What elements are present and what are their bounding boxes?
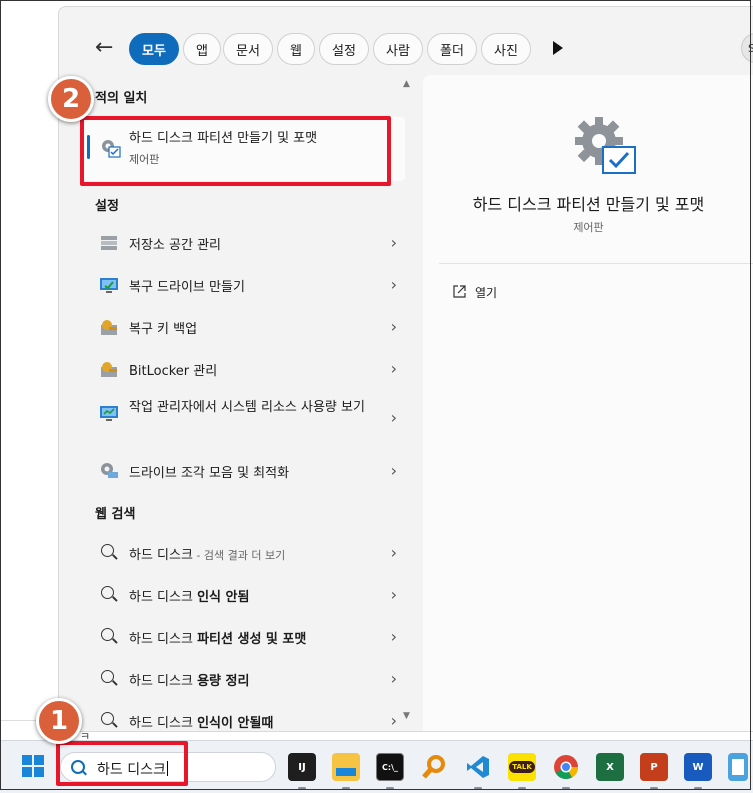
filter-chip-apps[interactable]: 앱 bbox=[183, 33, 221, 65]
filter-bar: ← 모두 앱 문서 웹 설정 사람 폴더 사진 S bbox=[59, 31, 753, 69]
web-result-item[interactable]: 하드 디스크 용량 정리 › bbox=[83, 659, 405, 699]
word-icon[interactable]: W bbox=[684, 753, 712, 781]
search-icon bbox=[101, 712, 114, 725]
list-item[interactable]: 복구 드라이브 만들기 › bbox=[83, 265, 405, 305]
search-icon bbox=[101, 544, 114, 557]
recovery-drive-icon bbox=[100, 278, 118, 293]
chevron-right-icon[interactable]: › bbox=[391, 275, 397, 294]
search-flyout: ← 모두 앱 문서 웹 설정 사람 폴더 사진 S 적의 일치 하드 디스크 파… bbox=[58, 6, 753, 732]
excel-icon[interactable]: X bbox=[596, 753, 624, 781]
highlight-box-search bbox=[56, 741, 188, 786]
powerpoint-icon[interactable]: P bbox=[640, 753, 668, 781]
web-result-label: 하드 디스크 용량 정리 bbox=[129, 674, 250, 689]
chevron-right-icon[interactable]: › bbox=[391, 669, 397, 688]
chevron-right-icon[interactable]: › bbox=[391, 233, 397, 252]
filter-chip-folders[interactable]: 폴더 bbox=[427, 33, 477, 65]
filter-chip-web[interactable]: 웹 bbox=[277, 33, 315, 65]
running-indicator bbox=[562, 787, 570, 790]
settings-heading: 설정 bbox=[95, 199, 119, 214]
kakaotalk-icon[interactable]: TALK bbox=[508, 753, 536, 781]
step-badge-1: 1 bbox=[36, 698, 82, 744]
divider bbox=[439, 263, 753, 264]
chevron-right-icon[interactable]: › bbox=[391, 543, 397, 562]
chevron-right-icon[interactable]: › bbox=[391, 317, 397, 336]
bitlocker-key-icon bbox=[101, 320, 117, 335]
running-indicator bbox=[298, 787, 306, 790]
more-filters-play-icon[interactable] bbox=[553, 41, 563, 55]
running-indicator bbox=[518, 787, 526, 790]
filter-chip-settings[interactable]: 설정 bbox=[319, 33, 369, 65]
open-label: 열기 bbox=[475, 286, 498, 300]
filter-chip-documents[interactable]: 문서 bbox=[223, 33, 273, 65]
scroll-up-arrow-icon[interactable]: ▲ bbox=[403, 79, 410, 89]
web-result-item[interactable]: 하드 디스크 파티션 생성 및 포맷 › bbox=[83, 617, 405, 657]
web-result-label: 하드 디스크 - 검색 결과 더 보기 bbox=[129, 548, 286, 563]
chevron-right-icon[interactable]: › bbox=[391, 408, 397, 427]
bitlocker-icon bbox=[101, 362, 117, 377]
list-item-label: 복구 드라이브 만들기 bbox=[129, 280, 245, 295]
list-item-label: 저장소 공간 관리 bbox=[129, 238, 221, 253]
list-item-label: 복구 키 백업 bbox=[129, 322, 198, 337]
list-item-label: 작업 관리자에서 시스템 리소스 사용량 보기 bbox=[129, 400, 365, 415]
list-item[interactable]: 작업 관리자에서 시스템 리소스 사용량 보기 › bbox=[83, 391, 405, 449]
chevron-right-icon[interactable]: › bbox=[391, 711, 397, 730]
windows-start-icon[interactable] bbox=[22, 755, 44, 777]
list-item-label: BitLocker 관리 bbox=[129, 364, 218, 379]
preview-subtitle: 제어판 bbox=[573, 221, 604, 234]
file-explorer-icon[interactable] bbox=[332, 753, 360, 781]
chrome-icon[interactable] bbox=[552, 753, 580, 781]
storage-spaces-icon bbox=[101, 236, 117, 250]
vscode-icon[interactable] bbox=[464, 753, 492, 781]
terminal-icon[interactable]: C:\_ bbox=[376, 753, 404, 781]
list-item-label: 드라이브 조각 모음 및 최적화 bbox=[129, 466, 290, 481]
chevron-right-icon[interactable]: › bbox=[391, 585, 397, 604]
search-icon bbox=[101, 670, 114, 683]
filter-chip-people[interactable]: 사람 bbox=[373, 33, 423, 65]
chevron-right-icon[interactable]: › bbox=[391, 627, 397, 646]
web-search-heading: 웹 검색 bbox=[95, 507, 136, 522]
web-result-item[interactable]: 하드 디스크 - 검색 결과 더 보기 › bbox=[83, 533, 405, 573]
filter-chip-all[interactable]: 모두 bbox=[129, 33, 179, 65]
running-indicator bbox=[694, 787, 702, 790]
web-result-label: 하드 디스크 인식이 안될때 bbox=[129, 716, 274, 731]
web-result-item[interactable]: 하드 디스크 인식 안됨 › bbox=[83, 575, 405, 615]
running-indicator bbox=[386, 787, 394, 790]
best-match-heading: 적의 일치 bbox=[95, 91, 148, 106]
highlight-box-best-match bbox=[80, 116, 391, 186]
intellij-icon[interactable]: IJ bbox=[288, 753, 316, 781]
step-badge-2: 2 bbox=[48, 76, 94, 122]
avatar[interactable]: S bbox=[741, 33, 753, 63]
filter-chip-photos[interactable]: 사진 bbox=[481, 33, 531, 65]
list-item[interactable]: BitLocker 관리 › bbox=[83, 349, 405, 389]
open-action[interactable]: 열기 bbox=[451, 281, 651, 305]
list-item[interactable]: 복구 키 백업 › bbox=[83, 307, 405, 347]
chevron-right-icon[interactable]: › bbox=[391, 461, 397, 480]
defragment-icon bbox=[101, 463, 118, 478]
disk-management-large-icon bbox=[575, 117, 636, 174]
task-manager-icon bbox=[100, 406, 118, 421]
preview-title: 하드 디스크 파티션 만들기 및 포맷 bbox=[472, 195, 705, 214]
list-item[interactable]: 드라이브 조각 모음 및 최적화 › bbox=[83, 451, 405, 491]
web-result-label: 하드 디스크 파티션 생성 및 포맷 bbox=[129, 632, 307, 647]
preview-pane: 하드 디스크 파티션 만들기 및 포맷 제어판 열기 bbox=[423, 75, 753, 731]
running-indicator bbox=[342, 787, 350, 790]
back-arrow-icon[interactable]: ← bbox=[95, 35, 113, 60]
open-external-icon bbox=[453, 285, 466, 298]
web-result-label: 하드 디스크 인식 안됨 bbox=[129, 590, 250, 605]
web-result-item[interactable]: 하드 디스크 인식이 안될때 › bbox=[83, 701, 405, 741]
notepad-icon[interactable] bbox=[728, 753, 748, 781]
running-indicator bbox=[474, 787, 482, 790]
search-tool-icon[interactable] bbox=[420, 753, 448, 781]
chevron-right-icon[interactable]: › bbox=[391, 359, 397, 378]
list-item[interactable]: 저장소 공간 관리 › bbox=[83, 223, 405, 263]
search-icon bbox=[101, 586, 114, 599]
running-indicator bbox=[650, 787, 658, 790]
scroll-down-arrow-icon[interactable]: ▼ bbox=[403, 711, 410, 721]
search-icon bbox=[101, 628, 114, 641]
